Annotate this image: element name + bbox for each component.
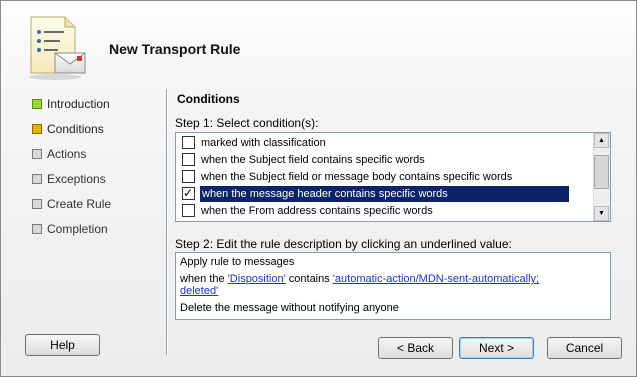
- header-value-link-continued[interactable]: deleted': [180, 285, 218, 297]
- condition-item[interactable]: when the Subject field or message body c…: [182, 169, 572, 185]
- step-pending-icon: [32, 199, 42, 209]
- listbox-scrollbar[interactable]: ▲ ▼: [593, 133, 610, 221]
- nav-item-introduction: Introduction: [31, 96, 111, 121]
- condition-checkbox-checked[interactable]: [182, 185, 195, 201]
- condition-checkbox[interactable]: [182, 153, 195, 166]
- nav-item-exceptions: Exceptions: [31, 171, 111, 196]
- scroll-down-icon[interactable]: ▼: [594, 206, 609, 221]
- transport-rule-icon: [25, 15, 89, 81]
- cancel-button[interactable]: Cancel: [547, 337, 622, 359]
- condition-label[interactable]: when the From address contains specific …: [201, 203, 433, 219]
- nav-item-label: Completion: [47, 222, 108, 236]
- condition-checkbox[interactable]: [182, 136, 195, 149]
- nav-item-label: Introduction: [47, 97, 110, 111]
- back-button[interactable]: < Back: [378, 337, 453, 359]
- description-line: deleted': [180, 285, 218, 297]
- nav-item-label: Actions: [47, 147, 87, 161]
- wizard-window: New Transport Rule Introduction Conditio…: [0, 0, 637, 377]
- condition-checkbox[interactable]: [182, 170, 195, 183]
- wizard-steps-nav: Introduction Conditions Actions Exceptio…: [31, 96, 111, 246]
- scroll-thumb[interactable]: [594, 155, 609, 189]
- step1-label: Step 1: Select condition(s):: [175, 116, 319, 130]
- rule-description-box: Apply rule to messages when the 'Disposi…: [175, 252, 611, 320]
- condition-item[interactable]: marked with classification: [182, 135, 572, 151]
- description-text: when the: [180, 273, 228, 285]
- nav-item-label: Create Rule: [47, 197, 112, 211]
- condition-label[interactable]: when the Subject field contains specific…: [201, 152, 425, 168]
- step-current-icon: [32, 124, 42, 134]
- section-title: Conditions: [177, 92, 240, 106]
- vertical-divider: [166, 89, 168, 355]
- nav-item-actions: Actions: [31, 146, 111, 171]
- description-line: Delete the message without notifying any…: [180, 302, 399, 314]
- step-pending-icon: [32, 224, 42, 234]
- condition-label[interactable]: when the message header contains specifi…: [200, 186, 569, 202]
- step-done-icon: [32, 99, 42, 109]
- next-button[interactable]: Next >: [459, 337, 534, 359]
- step-pending-icon: [32, 149, 42, 159]
- conditions-listbox[interactable]: marked with classification when the Subj…: [175, 132, 611, 222]
- nav-item-label: Exceptions: [47, 172, 106, 186]
- step-pending-icon: [32, 174, 42, 184]
- wizard-title: New Transport Rule: [109, 41, 241, 57]
- condition-label[interactable]: marked with classification: [201, 135, 326, 151]
- scroll-up-icon[interactable]: ▲: [594, 133, 609, 148]
- header-value-link[interactable]: 'automatic-action/MDN-sent-automatically…: [333, 273, 539, 285]
- nav-item-create-rule: Create Rule: [31, 196, 111, 221]
- condition-item-selected[interactable]: when the message header contains specifi…: [182, 185, 572, 202]
- step2-label: Step 2: Edit the rule description by cli…: [175, 237, 512, 251]
- condition-label[interactable]: when the Subject field or message body c…: [201, 169, 512, 185]
- condition-checkbox[interactable]: [182, 204, 195, 217]
- nav-item-conditions: Conditions: [31, 121, 111, 146]
- description-line: Apply rule to messages: [180, 256, 295, 268]
- nav-item-label: Conditions: [47, 122, 104, 136]
- nav-item-completion: Completion: [31, 221, 111, 246]
- description-line: when the 'Disposition' contains 'automat…: [180, 273, 600, 285]
- condition-item[interactable]: when the Subject field contains specific…: [182, 152, 572, 168]
- help-button[interactable]: Help: [25, 334, 100, 356]
- description-text: contains: [285, 273, 333, 285]
- header-name-link[interactable]: 'Disposition': [228, 273, 286, 285]
- condition-item[interactable]: when the From address contains specific …: [182, 203, 572, 219]
